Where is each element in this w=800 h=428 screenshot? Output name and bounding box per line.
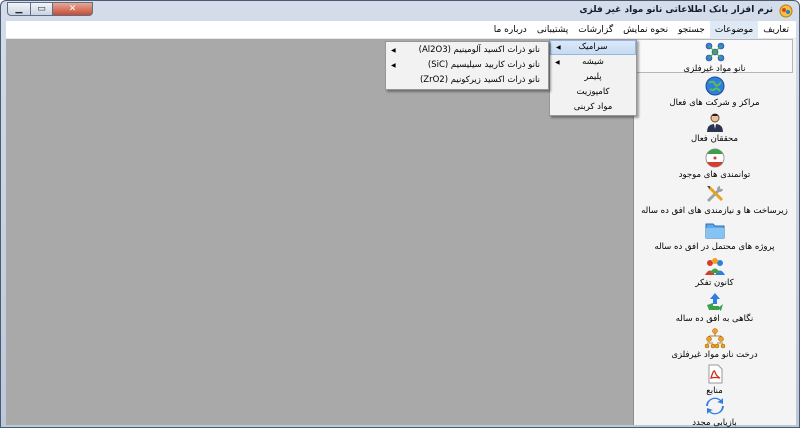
title-bar[interactable]: نرم افزار بانک اطلاعاتی نانو مواد غیر فل… [1,1,799,21]
sidebar-item-label: توانمندی های موجود [678,170,751,180]
menu-item-label: سرامیک [578,42,608,52]
sidebar-item-think-tank[interactable]: کانون تفکر [636,255,793,289]
menu-item-label: شیشه [582,57,604,67]
submenu-arrow-icon: ◀ [391,47,396,54]
researcher-icon [706,113,723,132]
ceramic-submenu: نانو ذرات اکسید آلومینیم (Al2O3) ◀ نانو … [385,41,549,90]
menu-item-ceramic[interactable]: سرامیک ◀ [550,40,636,55]
sidebar: نانو مواد غیرفلزی مراکز و شرکت های فعال … [633,39,796,428]
menu-bar: تعاریف موضوعات جستجو نحوه نمایش گزارشات … [6,20,796,39]
org-tree-icon [704,328,725,349]
submenu-arrow-icon: ◀ [556,44,561,51]
app-icon [779,4,793,18]
maximize-button[interactable]: ▭ [31,2,53,16]
sidebar-item-reload[interactable]: بازیابی مجدد [636,395,793,428]
menu-item-composite[interactable]: کامپوزیت [550,85,636,100]
sidebar-item-active-centers[interactable]: مراکز و شرکت های فعال [636,75,793,109]
menu-item-label: نانو ذرات کاربید سیلیسیم (SiC) [427,60,540,70]
menu-reports[interactable]: گزارشات [573,21,618,39]
sidebar-item-references[interactable]: منابع [636,363,793,396]
minimize-button[interactable]: ▁ [7,2,31,16]
menu-support[interactable]: پشتیبانی [532,21,573,39]
sidebar-item-label: محققان فعال [690,134,739,144]
sidebar-item-label: کانون تفکر [695,278,734,288]
menu-item-label: مواد کربنی [573,102,613,112]
refresh-icon [705,397,724,415]
menu-about[interactable]: درباره ما [489,21,532,39]
sidebar-item-infrastructure[interactable]: زیرساخت ها و نیازمندی های افق ده ساله [636,183,793,217]
sidebar-item-materials-tree[interactable]: درخت نانو مواد غیرفلزی [636,327,793,361]
close-button[interactable]: ✕ [53,2,93,16]
sidebar-item-label: پروژه های محتمل در افق ده ساله [654,242,775,252]
sidebar-item-label: زیرساخت ها و نیازمندی های افق ده ساله [641,206,788,216]
topics-menu: سرامیک ◀ شیشه ◀ پلیمر کامپوزیت مواد کربن… [549,39,637,116]
menu-display-mode[interactable]: نحوه نمایش [618,21,673,39]
sidebar-item-researchers[interactable]: محققان فعال [636,111,793,145]
menu-topics[interactable]: موضوعات [709,20,759,39]
sidebar-item-label: مراکز و شرکت های فعال [669,98,760,108]
menu-item-zro2[interactable]: نانو ذرات اکسید زیرکونیم (ZrO2) [386,73,548,88]
sidebar-item-label: نانو مواد غیرفلزی [683,64,746,74]
molecule-icon [705,42,724,62]
menu-item-al2o3[interactable]: نانو ذرات اکسید آلومینیم (Al2O3) ◀ [386,43,548,58]
submenu-arrow-icon: ◀ [555,59,560,66]
globe-icon [705,76,724,96]
menu-item-label: پلیمر [584,72,602,82]
sidebar-item-label: درخت نانو مواد غیرفلزی [671,350,758,360]
app-window: نرم افزار بانک اطلاعاتی نانو مواد غیر فل… [0,0,800,428]
menu-item-polymer[interactable]: پلیمر [550,70,636,85]
recycle-arrows-icon [706,293,723,311]
menu-item-carbon-materials[interactable]: مواد کربنی [550,100,636,115]
submenu-arrow-icon: ◀ [391,62,396,69]
sidebar-item-probable-projects[interactable]: پروژه های محتمل در افق ده ساله [636,219,793,253]
window-title: نرم افزار بانک اطلاعاتی نانو مواد غیر فل… [579,5,773,15]
window-controls: ▁ ▭ ✕ [7,2,93,16]
menu-search[interactable]: جستجو [673,21,710,39]
menu-definitions[interactable]: تعاریف [758,21,794,39]
menu-item-glass[interactable]: شیشه ◀ [550,55,636,70]
client-area: نانو مواد غیرفلزی مراکز و شرکت های فعال … [6,39,796,428]
tools-icon [706,185,723,203]
sidebar-item-nano-materials[interactable]: نانو مواد غیرفلزی [636,39,793,74]
people-group-icon [704,258,725,275]
sidebar-item-ten-year-outlook[interactable]: نگاهی به افق ده ساله [636,291,793,325]
sidebar-item-label: نگاهی به افق ده ساله [675,314,754,324]
sidebar-item-capabilities[interactable]: توانمندی های موجود [636,147,793,181]
menu-item-label: نانو ذرات اکسید آلومینیم (Al2O3) [418,45,540,55]
menu-item-label: نانو ذرات اکسید زیرکونیم (ZrO2) [419,75,540,85]
sidebar-item-label: بازیابی مجدد [692,418,737,428]
pdf-icon [708,364,722,384]
folder-icon [705,223,724,239]
menu-item-sic[interactable]: نانو ذرات کاربید سیلیسیم (SiC) ◀ [386,58,548,73]
iran-flag-icon [705,148,724,168]
menu-item-label: کامپوزیت [576,87,610,97]
